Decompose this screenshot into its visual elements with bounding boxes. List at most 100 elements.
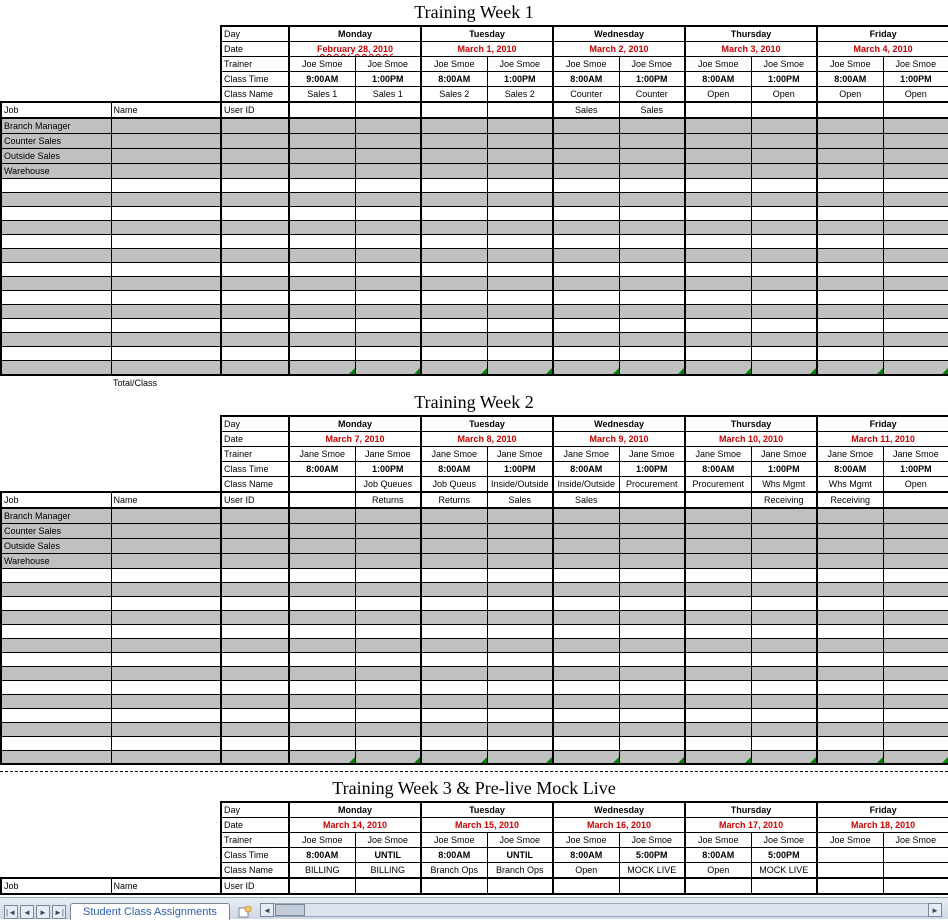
row-userid[interactable] [221, 708, 289, 722]
data-cell[interactable] [685, 291, 751, 305]
data-cell[interactable] [685, 610, 751, 624]
row-userid[interactable] [221, 249, 289, 263]
data-cell[interactable] [553, 624, 619, 638]
data-cell[interactable] [751, 134, 817, 149]
data-cell[interactable] [355, 680, 421, 694]
row-name[interactable] [111, 610, 221, 624]
classname-cell[interactable]: Procurement [685, 476, 751, 492]
trainer-cell[interactable]: Joe Smoe [421, 57, 487, 72]
data-cell[interactable] [817, 305, 883, 319]
data-cell[interactable] [421, 149, 487, 164]
data-cell[interactable] [817, 118, 883, 134]
data-cell[interactable] [487, 638, 553, 652]
data-cell[interactable] [883, 722, 948, 736]
data-cell[interactable] [619, 638, 685, 652]
row-userid[interactable] [221, 277, 289, 291]
data-cell[interactable] [487, 722, 553, 736]
classname-cell-2[interactable] [421, 878, 487, 894]
classname-cell[interactable] [289, 476, 355, 492]
data-cell[interactable] [355, 610, 421, 624]
data-cell[interactable] [685, 305, 751, 319]
data-cell[interactable] [355, 291, 421, 305]
trainer-cell[interactable]: Jane Smoe [355, 446, 421, 461]
data-cell[interactable] [421, 508, 487, 524]
tab-nav-next[interactable]: ► [36, 905, 50, 919]
classname-cell-2[interactable] [487, 878, 553, 894]
data-cell[interactable] [289, 610, 355, 624]
data-cell[interactable] [421, 652, 487, 666]
data-cell[interactable] [619, 277, 685, 291]
data-cell[interactable] [619, 221, 685, 235]
trainer-cell[interactable]: Jane Smoe [487, 446, 553, 461]
data-cell[interactable] [553, 305, 619, 319]
data-cell[interactable] [619, 235, 685, 249]
data-cell[interactable] [619, 319, 685, 333]
userid-cell[interactable] [221, 553, 289, 568]
row-name[interactable] [111, 694, 221, 708]
classname-cell-2[interactable] [883, 102, 948, 118]
data-cell[interactable] [685, 277, 751, 291]
row-job[interactable] [1, 568, 111, 582]
data-cell[interactable] [553, 508, 619, 524]
row-name[interactable] [111, 750, 221, 764]
data-cell[interactable] [421, 680, 487, 694]
data-cell[interactable] [619, 736, 685, 750]
data-cell[interactable] [487, 694, 553, 708]
time-cell[interactable]: 8:00AM [289, 461, 355, 476]
time-cell[interactable]: 8:00AM [553, 461, 619, 476]
data-cell[interactable] [883, 361, 948, 375]
data-cell[interactable] [817, 694, 883, 708]
data-cell[interactable] [487, 221, 553, 235]
time-cell[interactable]: 8:00AM [289, 848, 355, 863]
row-userid[interactable] [221, 624, 289, 638]
data-cell[interactable] [289, 722, 355, 736]
row-name[interactable] [111, 736, 221, 750]
classname-cell[interactable]: Open [685, 87, 751, 103]
classname-cell-2[interactable] [289, 878, 355, 894]
data-cell[interactable] [685, 652, 751, 666]
data-cell[interactable] [553, 277, 619, 291]
data-cell[interactable] [685, 624, 751, 638]
row-userid[interactable] [221, 207, 289, 221]
trainer-cell[interactable]: Joe Smoe [751, 833, 817, 848]
data-cell[interactable] [751, 750, 817, 764]
time-cell[interactable]: 8:00AM [553, 848, 619, 863]
userid-cell[interactable] [221, 118, 289, 134]
row-job[interactable] [1, 305, 111, 319]
row-job[interactable] [1, 652, 111, 666]
row-name[interactable] [111, 221, 221, 235]
row-job[interactable] [1, 596, 111, 610]
row-job[interactable] [1, 624, 111, 638]
data-cell[interactable] [289, 652, 355, 666]
row-name[interactable] [111, 179, 221, 193]
data-cell[interactable] [289, 249, 355, 263]
data-cell[interactable] [883, 235, 948, 249]
data-cell[interactable] [619, 553, 685, 568]
data-cell[interactable] [685, 361, 751, 375]
data-cell[interactable] [883, 652, 948, 666]
data-cell[interactable] [421, 118, 487, 134]
data-cell[interactable] [883, 638, 948, 652]
data-cell[interactable] [751, 638, 817, 652]
data-cell[interactable] [487, 610, 553, 624]
data-cell[interactable] [883, 624, 948, 638]
data-cell[interactable] [289, 680, 355, 694]
data-cell[interactable] [421, 538, 487, 553]
horizontal-scrollbar[interactable]: ◄ ► [260, 903, 942, 917]
data-cell[interactable] [355, 235, 421, 249]
data-cell[interactable] [751, 164, 817, 179]
data-cell[interactable] [289, 221, 355, 235]
data-cell[interactable] [421, 249, 487, 263]
data-cell[interactable] [751, 319, 817, 333]
row-userid[interactable] [221, 347, 289, 361]
row-name[interactable] [111, 263, 221, 277]
classname-cell-2[interactable] [289, 492, 355, 508]
data-cell[interactable] [289, 736, 355, 750]
data-cell[interactable] [553, 179, 619, 193]
data-cell[interactable] [289, 750, 355, 764]
data-cell[interactable] [355, 553, 421, 568]
job-cell[interactable]: Outside Sales [1, 538, 111, 553]
row-name[interactable] [111, 361, 221, 375]
data-cell[interactable] [685, 149, 751, 164]
trainer-cell[interactable]: Jane Smoe [619, 446, 685, 461]
